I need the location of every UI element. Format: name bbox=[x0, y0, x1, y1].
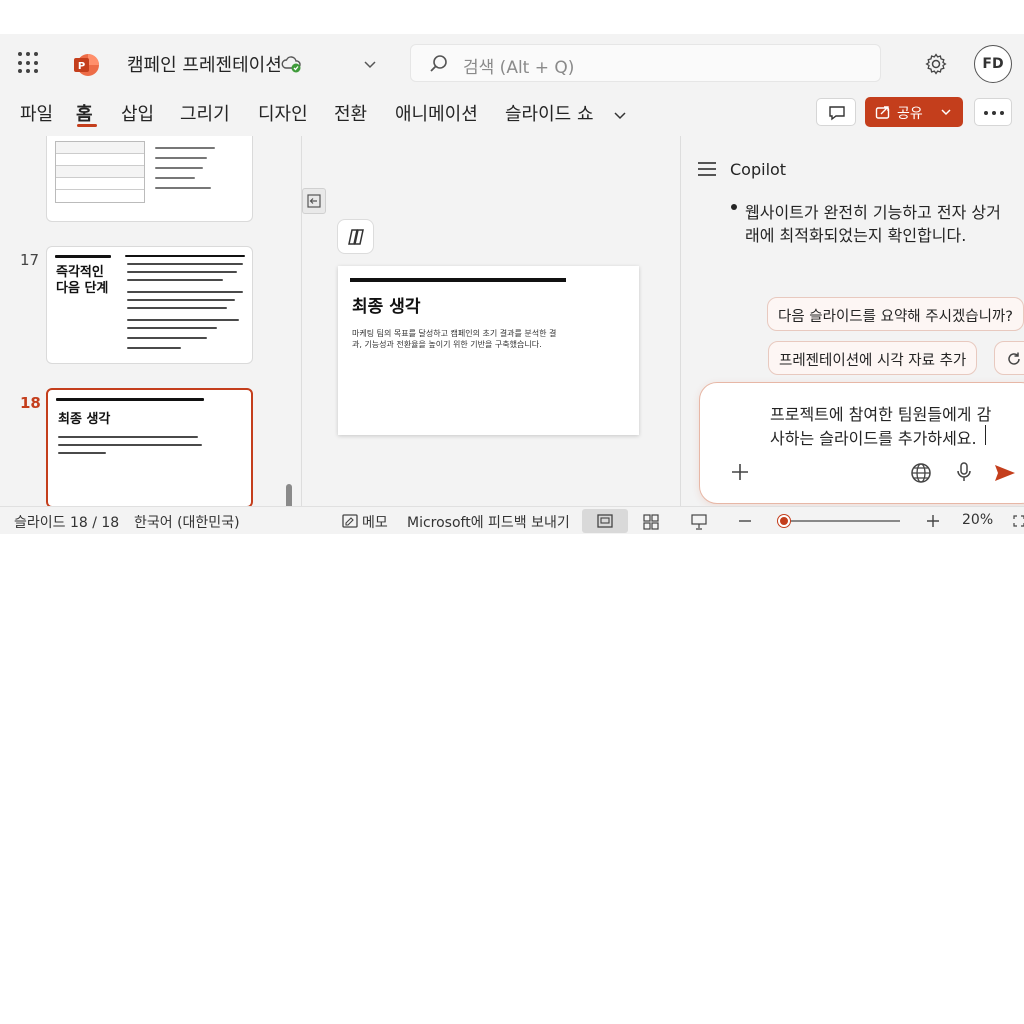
share-icon bbox=[875, 106, 890, 119]
slide-body: 마케팅 팀의 목표를 달성하고 캠페인의 초기 결과를 분석한 결과, 기능성과… bbox=[352, 329, 557, 349]
zoom-out-icon[interactable] bbox=[738, 519, 752, 523]
suggestion-add-visuals[interactable]: 프레젠테이션에 시각 자료 추가 bbox=[768, 341, 978, 375]
tab-home[interactable]: 홈 bbox=[76, 100, 93, 126]
search-icon bbox=[430, 55, 447, 72]
zoom-in-icon[interactable] bbox=[926, 514, 940, 528]
slide-title: 최종 생각 bbox=[352, 297, 421, 317]
tab-design[interactable]: 디자인 bbox=[258, 100, 308, 126]
zoom-level[interactable]: 20% bbox=[962, 512, 993, 528]
comment-icon bbox=[829, 106, 845, 121]
zoom-slider-thumb[interactable] bbox=[778, 515, 790, 527]
slide-number-18: 18 bbox=[20, 394, 41, 412]
slide-thumbnail-17[interactable]: 즉각적인 다음 단계 bbox=[46, 246, 253, 364]
title-bar: P 캠페인 프레젠테이션 검색 (Alt + Q) FD bbox=[0, 34, 1024, 94]
chevron-down-icon[interactable] bbox=[612, 107, 628, 123]
slide-title-bar bbox=[350, 278, 566, 282]
presenter-view-icon[interactable] bbox=[690, 514, 708, 530]
tab-insert[interactable]: 삽입 bbox=[121, 100, 154, 126]
slide-thumbnail-18[interactable]: 최종 생각 bbox=[46, 388, 253, 506]
search-placeholder: 검색 (Alt + Q) bbox=[463, 58, 575, 78]
copilot-response-line-2: 래에 최적화되었는지 확인합니다. bbox=[745, 226, 967, 245]
plus-icon[interactable] bbox=[730, 462, 750, 482]
status-bar: 슬라이드 18 / 18 한국어 (대한민국) 메모 Microsoft에 피드… bbox=[0, 506, 1024, 534]
tab-file[interactable]: 파일 bbox=[20, 100, 53, 126]
collapse-pane-icon bbox=[307, 194, 321, 208]
slide-thumbnail-pane: 17 즉각적인 다음 단계 18 최종 생각 bbox=[0, 136, 300, 506]
slide-thumbnail-16[interactable] bbox=[46, 136, 253, 222]
collapse-pane-button[interactable] bbox=[302, 188, 326, 214]
compose-text-line-1[interactable]: 프로젝트에 참여한 팀원들에게 감 bbox=[770, 401, 991, 425]
slide-number-17: 17 bbox=[20, 251, 40, 269]
copilot-compose-box[interactable]: 프로젝트에 참여한 팀원들에게 감 사하는 슬라이드를 추가하세요. bbox=[699, 382, 1024, 504]
tab-slideshow[interactable]: 슬라이드 쇼 bbox=[505, 100, 594, 126]
tab-transitions[interactable]: 전환 bbox=[334, 100, 367, 126]
copilot-pane: Copilot 웹사이트가 완전히 기능하고 전자 상거 래에 최적화되었는지 … bbox=[680, 136, 1024, 506]
app-launcher-icon[interactable] bbox=[18, 52, 40, 74]
copilot-response-line-1: 웹사이트가 완전히 기능하고 전자 상거 bbox=[745, 203, 1001, 222]
feedback-button[interactable]: Microsoft에 피드백 보내기 bbox=[407, 512, 570, 532]
refresh-icon bbox=[1008, 352, 1020, 365]
language-indicator[interactable]: 한국어 (대한민국) bbox=[134, 512, 240, 532]
slide-counter: 슬라이드 18 / 18 bbox=[14, 515, 120, 531]
normal-view-button[interactable] bbox=[582, 509, 628, 533]
search-box[interactable]: 검색 (Alt + Q) bbox=[410, 44, 881, 82]
suggestion-summarize[interactable]: 다음 슬라이드를 요약해 주시겠습니까? bbox=[767, 297, 1024, 331]
notes-button[interactable]: 메모 bbox=[362, 512, 388, 532]
copilot-slide-button[interactable] bbox=[337, 219, 374, 254]
normal-view-icon bbox=[597, 514, 613, 528]
svg-text:P: P bbox=[78, 61, 85, 72]
compose-text-line-2[interactable]: 사하는 슬라이드를 추가하세요. bbox=[770, 425, 977, 449]
notes-icon[interactable] bbox=[342, 514, 358, 529]
send-icon[interactable] bbox=[994, 463, 1016, 483]
copilot-icon bbox=[348, 229, 364, 245]
share-label: 공유 bbox=[897, 106, 923, 122]
microphone-icon[interactable] bbox=[956, 461, 972, 483]
thumb-17-title-2: 다음 단계 bbox=[56, 281, 109, 296]
thumb-17-title-1: 즉각적인 bbox=[56, 265, 104, 280]
share-button[interactable]: 공유 bbox=[865, 97, 963, 127]
thumb-18-title: 최종 생각 bbox=[58, 412, 111, 427]
user-avatar[interactable]: FD bbox=[974, 45, 1012, 83]
powerpoint-logo-icon: P bbox=[74, 54, 99, 76]
tab-animations[interactable]: 애니메이션 bbox=[395, 100, 478, 126]
chevron-down-icon[interactable] bbox=[362, 56, 378, 72]
bullet-icon bbox=[729, 199, 738, 210]
active-tab-indicator bbox=[77, 124, 97, 127]
copilot-title: Copilot bbox=[730, 160, 787, 179]
gear-icon[interactable] bbox=[924, 52, 948, 76]
document-title[interactable]: 캠페인 프레젠테이션 bbox=[127, 51, 282, 77]
cloud-saved-icon bbox=[281, 56, 301, 73]
tab-draw[interactable]: 그리기 bbox=[180, 100, 230, 126]
chevron-down-icon bbox=[941, 109, 951, 116]
slide-sorter-icon[interactable] bbox=[643, 514, 659, 530]
current-slide[interactable]: 최종 생각 마케팅 팀의 목표를 달성하고 캠페인의 초기 결과를 분석한 결과… bbox=[338, 266, 639, 435]
text-caret bbox=[985, 425, 986, 445]
menu-icon[interactable] bbox=[698, 162, 716, 176]
refresh-suggestions-button[interactable] bbox=[994, 341, 1024, 375]
zoom-slider-track[interactable] bbox=[782, 520, 900, 522]
more-options-button[interactable] bbox=[974, 98, 1012, 126]
powerpoint-window: P 캠페인 프레젠테이션 검색 (Alt + Q) FD 파일 홈 삽입 그리기 bbox=[0, 34, 1024, 534]
globe-icon[interactable] bbox=[910, 462, 932, 484]
fit-to-window-icon[interactable] bbox=[1012, 514, 1024, 528]
comments-button[interactable] bbox=[816, 98, 856, 126]
